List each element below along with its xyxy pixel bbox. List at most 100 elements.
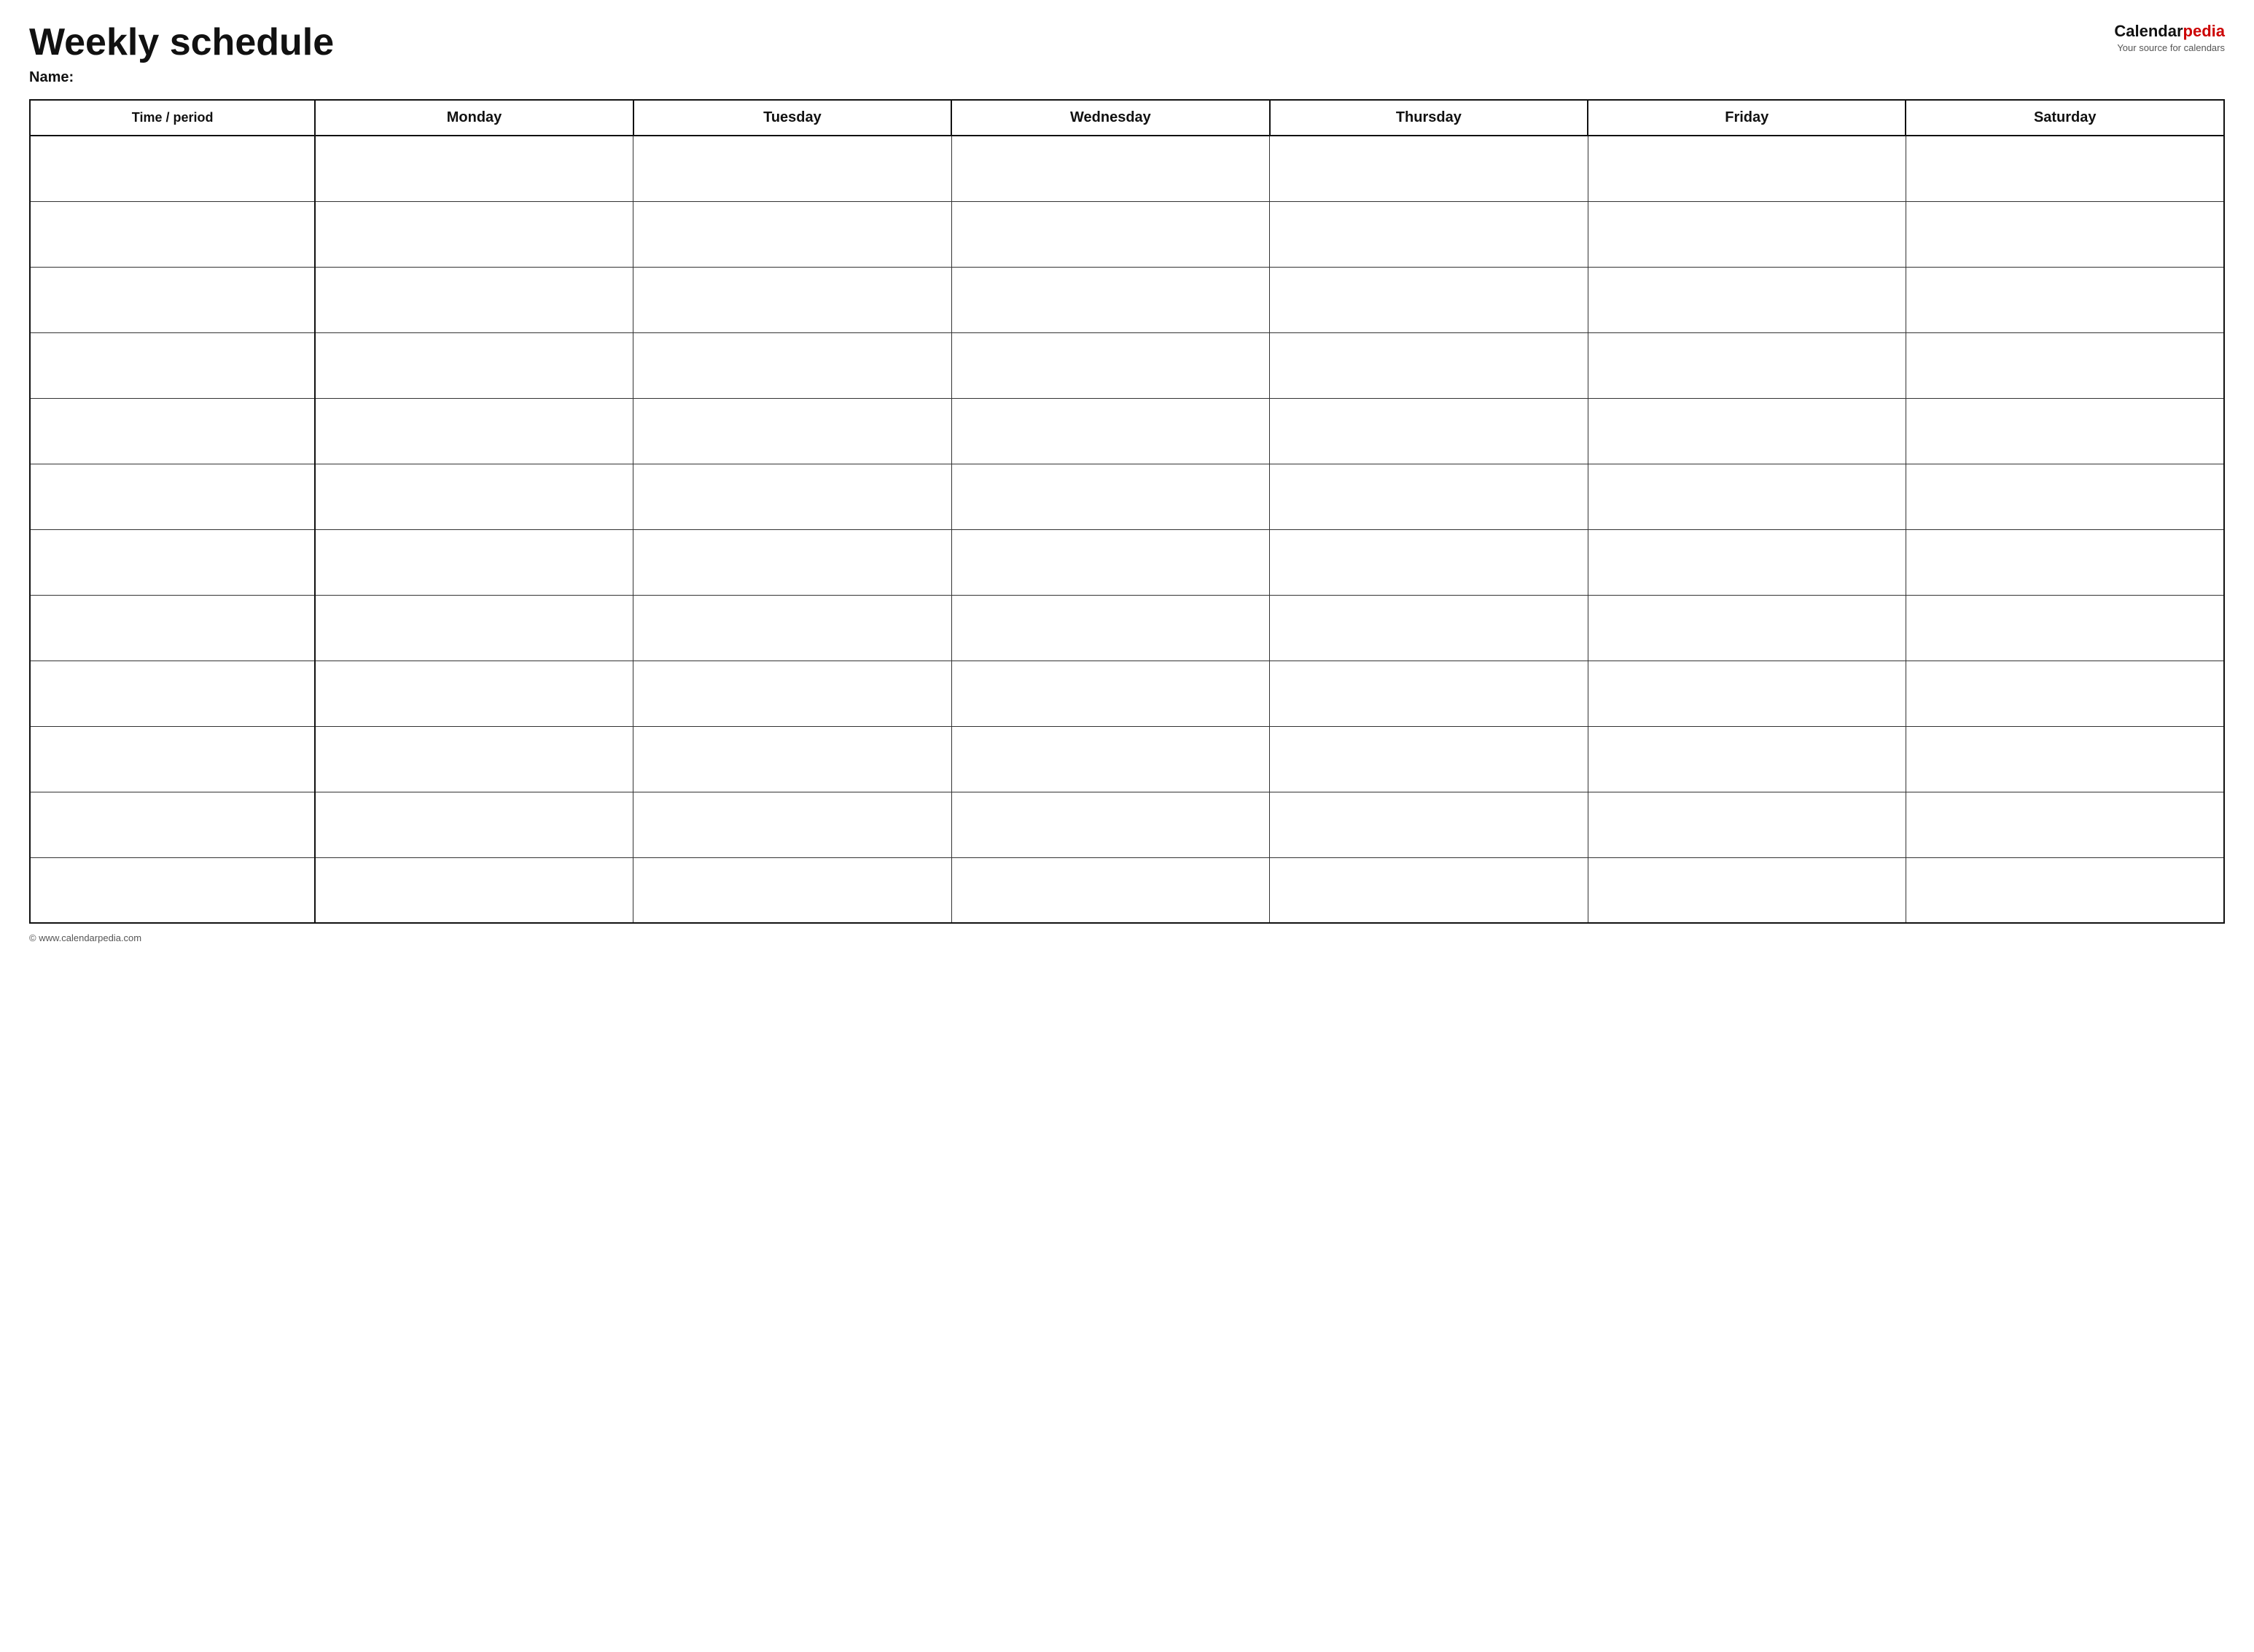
cell-tuesday[interactable] (633, 857, 951, 923)
cell-tuesday[interactable] (633, 792, 951, 857)
cell-wednesday[interactable] (951, 136, 1269, 201)
cell-saturday[interactable] (1906, 201, 2224, 267)
table-row (30, 332, 2224, 398)
col-header-monday: Monday (315, 100, 633, 136)
cell-thursday[interactable] (1270, 201, 1588, 267)
cell-tuesday[interactable] (633, 595, 951, 661)
time-cell[interactable] (30, 398, 315, 464)
cell-tuesday[interactable] (633, 661, 951, 726)
cell-thursday[interactable] (1270, 661, 1588, 726)
cell-monday[interactable] (315, 529, 633, 595)
cell-monday[interactable] (315, 136, 633, 201)
table-row (30, 201, 2224, 267)
cell-wednesday[interactable] (951, 726, 1269, 792)
cell-monday[interactable] (315, 398, 633, 464)
cell-saturday[interactable] (1906, 661, 2224, 726)
cell-friday[interactable] (1588, 464, 1906, 529)
cell-saturday[interactable] (1906, 595, 2224, 661)
cell-thursday[interactable] (1270, 267, 1588, 332)
header-area: Weekly schedule Name: Calendarpedia Your… (29, 22, 2225, 86)
cell-wednesday[interactable] (951, 792, 1269, 857)
cell-wednesday[interactable] (951, 201, 1269, 267)
cell-monday[interactable] (315, 792, 633, 857)
cell-thursday[interactable] (1270, 792, 1588, 857)
col-header-friday: Friday (1588, 100, 1906, 136)
cell-friday[interactable] (1588, 857, 1906, 923)
time-cell[interactable] (30, 529, 315, 595)
cell-saturday[interactable] (1906, 332, 2224, 398)
logo-text: Calendarpedia (2114, 22, 2225, 41)
col-header-wednesday: Wednesday (951, 100, 1269, 136)
cell-wednesday[interactable] (951, 595, 1269, 661)
cell-monday[interactable] (315, 201, 633, 267)
cell-tuesday[interactable] (633, 267, 951, 332)
cell-thursday[interactable] (1270, 726, 1588, 792)
cell-wednesday[interactable] (951, 398, 1269, 464)
cell-wednesday[interactable] (951, 857, 1269, 923)
cell-saturday[interactable] (1906, 529, 2224, 595)
time-cell[interactable] (30, 267, 315, 332)
cell-wednesday[interactable] (951, 661, 1269, 726)
cell-tuesday[interactable] (633, 398, 951, 464)
cell-wednesday[interactable] (951, 332, 1269, 398)
cell-tuesday[interactable] (633, 464, 951, 529)
cell-tuesday[interactable] (633, 726, 951, 792)
table-row (30, 136, 2224, 201)
cell-tuesday[interactable] (633, 332, 951, 398)
cell-thursday[interactable] (1270, 136, 1588, 201)
time-cell[interactable] (30, 726, 315, 792)
cell-friday[interactable] (1588, 595, 1906, 661)
time-cell[interactable] (30, 792, 315, 857)
footer: © www.calendarpedia.com (29, 932, 2225, 943)
cell-friday[interactable] (1588, 661, 1906, 726)
cell-friday[interactable] (1588, 398, 1906, 464)
cell-thursday[interactable] (1270, 857, 1588, 923)
cell-tuesday[interactable] (633, 201, 951, 267)
cell-monday[interactable] (315, 332, 633, 398)
time-cell[interactable] (30, 201, 315, 267)
table-row (30, 267, 2224, 332)
cell-monday[interactable] (315, 267, 633, 332)
logo-tagline: Your source for calendars (2114, 42, 2225, 53)
cell-thursday[interactable] (1270, 332, 1588, 398)
cell-saturday[interactable] (1906, 792, 2224, 857)
logo-section: Calendarpedia Your source for calendars (2114, 22, 2225, 53)
time-cell[interactable] (30, 332, 315, 398)
cell-friday[interactable] (1588, 792, 1906, 857)
time-cell[interactable] (30, 595, 315, 661)
table-row (30, 792, 2224, 857)
cell-wednesday[interactable] (951, 267, 1269, 332)
cell-friday[interactable] (1588, 726, 1906, 792)
cell-monday[interactable] (315, 857, 633, 923)
cell-saturday[interactable] (1906, 136, 2224, 201)
cell-saturday[interactable] (1906, 464, 2224, 529)
cell-monday[interactable] (315, 595, 633, 661)
cell-friday[interactable] (1588, 332, 1906, 398)
cell-saturday[interactable] (1906, 857, 2224, 923)
cell-monday[interactable] (315, 661, 633, 726)
cell-saturday[interactable] (1906, 267, 2224, 332)
cell-monday[interactable] (315, 726, 633, 792)
cell-monday[interactable] (315, 464, 633, 529)
cell-thursday[interactable] (1270, 595, 1588, 661)
time-cell[interactable] (30, 464, 315, 529)
cell-thursday[interactable] (1270, 398, 1588, 464)
col-header-saturday: Saturday (1906, 100, 2224, 136)
cell-thursday[interactable] (1270, 464, 1588, 529)
cell-wednesday[interactable] (951, 464, 1269, 529)
cell-saturday[interactable] (1906, 726, 2224, 792)
logo-calendar: Calendar (2114, 22, 2183, 40)
cell-wednesday[interactable] (951, 529, 1269, 595)
cell-friday[interactable] (1588, 136, 1906, 201)
cell-tuesday[interactable] (633, 136, 951, 201)
cell-friday[interactable] (1588, 267, 1906, 332)
copyright-text: © www.calendarpedia.com (29, 932, 141, 943)
cell-tuesday[interactable] (633, 529, 951, 595)
cell-saturday[interactable] (1906, 398, 2224, 464)
cell-friday[interactable] (1588, 201, 1906, 267)
time-cell[interactable] (30, 136, 315, 201)
time-cell[interactable] (30, 857, 315, 923)
cell-thursday[interactable] (1270, 529, 1588, 595)
time-cell[interactable] (30, 661, 315, 726)
cell-friday[interactable] (1588, 529, 1906, 595)
